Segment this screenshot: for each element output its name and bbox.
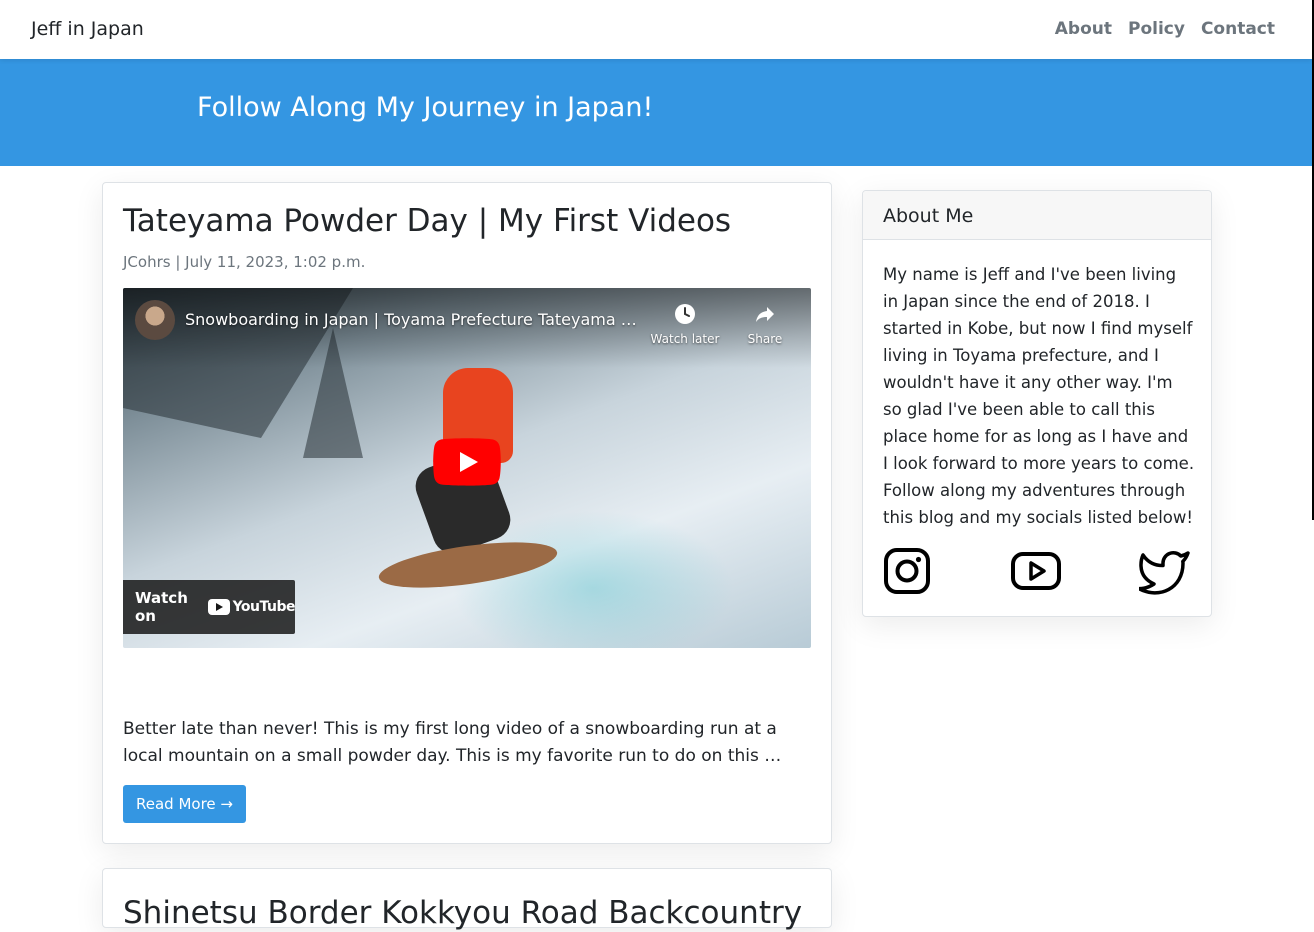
nav-link-policy[interactable]: Policy [1128, 19, 1185, 39]
watch-on-youtube-button[interactable]: Watch on YouTube [123, 580, 296, 634]
about-me-text: My name is Jeff and I've been living in … [883, 265, 1195, 527]
read-more-button[interactable]: Read More → [123, 785, 246, 823]
post-card: Tateyama Powder Day | My First Videos JC… [102, 182, 832, 844]
post-title[interactable]: Tateyama Powder Day | My First Videos [123, 203, 731, 239]
youtube-logo-icon [207, 599, 230, 615]
youtube-embed[interactable]: Snowboarding in Japan | Toyama Prefectur… [123, 288, 811, 648]
nav-link-about[interactable]: About [1055, 19, 1112, 39]
share-label: Share [747, 332, 783, 346]
video-title[interactable]: Snowboarding in Japan | Toyama Prefectur… [185, 310, 640, 329]
nav-link-contact[interactable]: Contact [1201, 19, 1275, 39]
hero-banner: Follow Along My Journey in Japan! [0, 59, 1312, 166]
post-excerpt: Better late than never! This is my first… [123, 719, 782, 766]
youtube-link[interactable] [1011, 547, 1061, 599]
about-me-header: About Me [863, 191, 1211, 240]
watch-later-button[interactable]: Watch later [650, 302, 720, 346]
instagram-link[interactable] [883, 547, 931, 599]
post-title[interactable]: Shinetsu Border Kokkyou Road Backcountry… [123, 887, 803, 932]
watch-on-label: Watch on [135, 589, 188, 625]
about-me-card: About Me My name is Jeff and I've been l… [862, 190, 1212, 617]
nav-links: About Policy Contact [1055, 19, 1275, 39]
channel-avatar[interactable] [135, 300, 175, 340]
post-card: Shinetsu Border Kokkyou Road Backcountry… [102, 868, 832, 931]
twitter-link[interactable] [1137, 547, 1191, 599]
brand-link[interactable]: Jeff in Japan [31, 18, 144, 40]
share-icon [756, 307, 774, 322]
hero-title: Follow Along My Journey in Japan! [197, 92, 654, 123]
youtube-logo: YouTube [207, 599, 296, 615]
youtube-icon [1011, 552, 1061, 590]
share-button[interactable]: Share [730, 302, 800, 346]
top-navbar: Jeff in Japan About Policy Contact [0, 0, 1312, 59]
post-meta: JCohrs | July 11, 2023, 1:02 p.m. [123, 253, 366, 271]
instagram-icon [884, 548, 930, 594]
social-links [883, 547, 1193, 597]
about-me-title: About Me [883, 205, 974, 227]
youtube-wordmark: YouTube [232, 599, 296, 615]
play-icon[interactable] [433, 438, 501, 486]
clock-icon [675, 304, 695, 324]
twitter-icon [1137, 551, 1190, 595]
watch-later-label: Watch later [650, 332, 720, 346]
